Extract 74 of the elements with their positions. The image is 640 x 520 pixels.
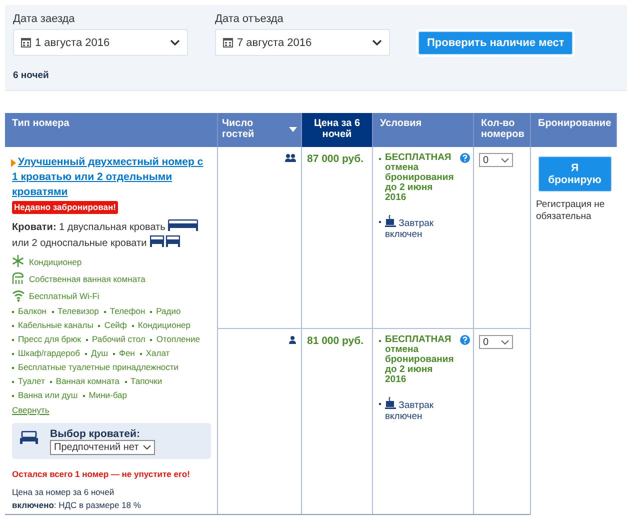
calendar-icon — [223, 37, 233, 48]
double-bed-icon — [168, 219, 198, 231]
cancellation-policy: БЕСПЛАТНАЯ отмена бронирования до 2 июня 2016 — [385, 335, 454, 385]
column-header: Число гостей — [218, 113, 302, 147]
facility-item: Рабочий стол — [86, 334, 146, 344]
registration-note: Регистрация не обязательна — [536, 199, 606, 223]
recently-booked-badge: Недавно забронирован! — [12, 201, 118, 214]
meal-plan: Завтрак включен — [385, 215, 468, 240]
help-icon — [460, 335, 470, 345]
bed-choice-label: Выбор кроватей: — [50, 428, 141, 440]
room-quantity-select[interactable]: 0 — [479, 335, 513, 349]
facility-item: Фен — [112, 348, 135, 358]
facility-item: Телефон — [104, 306, 146, 316]
two-people-icon — [285, 154, 296, 162]
bed-icon — [20, 431, 38, 444]
facility-item: Кондиционер — [132, 320, 190, 330]
amenity: Собственная ванная комната — [29, 274, 146, 284]
twin-beds-icon — [150, 235, 180, 247]
sort-down-icon — [289, 126, 297, 132]
column-header: Кол-во номеров — [474, 113, 530, 147]
table-cell: 81 000 руб. — [302, 328, 372, 514]
facility-item: Тапочки — [124, 376, 162, 386]
availability-warning: Остался всего 1 номер — не упустите его! — [12, 469, 191, 479]
facility-item: Кабельные каналы — [12, 320, 94, 330]
facility-item: Радио — [150, 306, 181, 316]
column-header: Условия — [372, 113, 474, 147]
help-icon — [460, 153, 470, 163]
chevron-down-icon — [142, 445, 151, 450]
facility-item: Мини-бар — [82, 390, 127, 400]
facility-item: Душ — [84, 348, 108, 358]
facility-item: Телевизор — [52, 306, 99, 316]
chevron-down-icon — [501, 340, 509, 344]
snowflake-icon — [12, 255, 25, 268]
collapse-link[interactable]: Свернуть — [12, 405, 50, 415]
bed-description: или 2 односпальные кровати — [12, 238, 147, 249]
facility-item: Шкаф/гардероб — [12, 348, 80, 358]
facility-item: Пресс для брюк — [12, 334, 81, 344]
checkin-date-field[interactable]: 1 августа 2016 — [13, 29, 188, 56]
column-header: Тип номера — [5, 113, 218, 147]
bed-description: Кровати: 1 двуспальная кровать — [12, 222, 166, 233]
column-header: Цена за 6 ночей — [302, 113, 372, 147]
table-cell: 87 000 руб. — [302, 147, 372, 328]
coffee-cup-icon — [385, 215, 396, 227]
facility-item: Туалет — [12, 376, 45, 386]
tax-note: включено: НДС в размере 18 % — [12, 500, 142, 510]
coffee-cup-icon — [385, 397, 396, 409]
chevron-down-icon — [170, 39, 180, 46]
nights-count: 6 ночей — [13, 70, 50, 81]
facility-item: Бесплатные туалетные принадлежности — [12, 362, 179, 372]
column-header: Бронирование — [530, 113, 616, 147]
bed-preference-select[interactable]: Предпочтений нет — [50, 440, 155, 455]
shower-icon — [12, 272, 25, 285]
chevron-down-icon — [501, 158, 509, 162]
cancellation-policy: БЕСПЛАТНАЯ отмена бронирования до 2 июня 2016 — [385, 153, 454, 203]
amenity: Бесплатный Wi-Fi — [29, 290, 100, 300]
person-icon — [289, 336, 296, 344]
facility-item: Ванная комната — [50, 376, 120, 386]
room-title-link[interactable]: Улучшенный двухместный номер с 1 кроватью или 2 отдельными кроватями — [12, 155, 208, 200]
checkout-date-field[interactable]: 7 августа 2016 — [215, 29, 390, 56]
chevron-down-icon — [372, 39, 382, 46]
room-quantity-select[interactable]: 0 — [479, 153, 513, 167]
calendar-icon — [21, 37, 31, 48]
price-note: Цена за номер за 6 ночей — [12, 487, 116, 497]
wifi-icon — [12, 289, 25, 302]
facility-item: Сейф — [98, 320, 127, 330]
checkout-label: Дата отъезда — [215, 13, 284, 25]
facility-item: Отопление — [150, 334, 200, 344]
amenity: Кондиционер — [29, 256, 82, 266]
facility-item: Ванна или душ — [12, 390, 78, 400]
meal-plan: Завтрак включен — [385, 397, 468, 422]
checkin-label: Дата заезда — [13, 13, 76, 25]
facility-item: Балкон — [12, 306, 47, 316]
caret-right-icon — [11, 159, 16, 167]
facility-item: Халат — [140, 348, 170, 358]
